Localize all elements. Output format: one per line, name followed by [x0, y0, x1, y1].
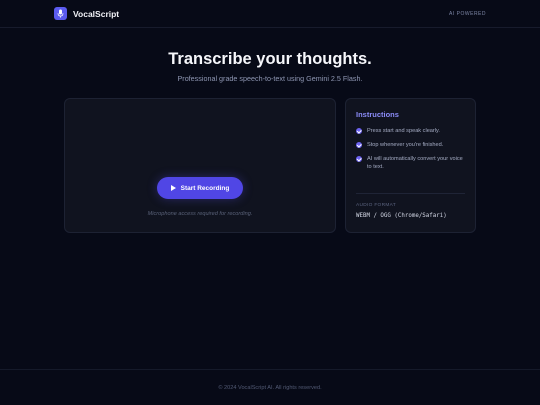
top-navbar: VocalScript AI POWERED — [0, 0, 540, 28]
brand-name: VocalScript — [73, 8, 120, 19]
instruction-step: Press start and speak clearly. — [356, 127, 465, 135]
microphone-icon — [54, 7, 67, 20]
instruction-step-text: Press start and speak clearly. — [367, 128, 440, 134]
start-recording-label: Start Recording — [180, 184, 230, 192]
instructions-panel: Instructions Press start and speak clear… — [345, 98, 476, 233]
check-icon — [356, 128, 362, 134]
microphone-note: Microphone access required for recording… — [147, 211, 253, 217]
ai-powered-badge: AI POWERED — [449, 10, 486, 17]
start-recording-button[interactable]: Start Recording — [157, 177, 243, 199]
page-title: Transcribe your thoughts. — [168, 50, 372, 68]
copyright-text: © 2024 VocalScript AI. All rights reserv… — [218, 384, 322, 391]
check-icon — [356, 142, 362, 148]
audio-format-label: AUDIO FORMAT — [356, 203, 397, 208]
page-subtitle: Professional grade speech-to-text using … — [177, 74, 363, 83]
check-icon — [356, 156, 362, 162]
instruction-step-text: AI will automatically convert your voice… — [367, 156, 463, 170]
brand[interactable]: VocalScript — [54, 7, 119, 20]
instruction-step-text: Stop whenever you're finished. — [367, 142, 444, 148]
instructions-title: Instructions — [356, 110, 399, 119]
recorder-panel: Start Recording Microphone access requir… — [64, 98, 336, 233]
audio-format-value: WEBM / OGG (Chrome/Safari) — [356, 213, 447, 219]
instruction-step: Stop whenever you're finished. — [356, 141, 465, 149]
footer: © 2024 VocalScript AI. All rights reserv… — [0, 369, 540, 405]
divider — [356, 193, 465, 194]
instruction-step: AI will automatically convert your voice… — [356, 155, 465, 171]
play-icon — [170, 185, 176, 191]
